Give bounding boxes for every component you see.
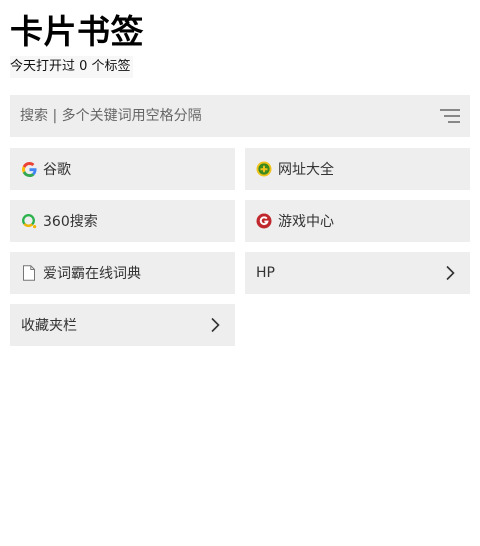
chevron-right-icon: [207, 317, 223, 333]
page-title: 卡片书签: [10, 12, 144, 51]
opened-tabs-count: 今天打开过 0 个标签: [10, 56, 133, 78]
page-icon: [21, 265, 37, 281]
bookmark-label: 网址大全: [278, 162, 334, 178]
menu-icon[interactable]: [440, 109, 460, 123]
bookmark-label: 360搜索: [43, 214, 98, 230]
game-center-icon: [256, 213, 272, 229]
search-input[interactable]: [10, 95, 420, 137]
hao360-icon: [256, 161, 272, 177]
bookmark-label: 游戏中心: [278, 214, 334, 230]
folder-label: HP: [256, 265, 275, 281]
folder-hp[interactable]: HP: [245, 252, 470, 294]
bookmark-game-center[interactable]: 游戏中心: [245, 200, 470, 242]
google-icon: [21, 161, 37, 177]
bookmark-google[interactable]: 谷歌: [10, 148, 235, 190]
so360-icon: [21, 213, 37, 229]
search-bar: [10, 95, 470, 137]
bookmark-hao360[interactable]: 网址大全: [245, 148, 470, 190]
chevron-right-icon: [442, 265, 458, 281]
bookmark-label: 爱词霸在线词典: [43, 266, 141, 282]
bookmark-so360[interactable]: 360搜索: [10, 200, 235, 242]
folder-label: 收藏夹栏: [21, 318, 77, 334]
bookmark-label: 谷歌: [43, 162, 71, 178]
bookmark-iciba[interactable]: 爱词霸在线词典: [10, 252, 235, 294]
folder-favorites-bar[interactable]: 收藏夹栏: [10, 304, 235, 346]
